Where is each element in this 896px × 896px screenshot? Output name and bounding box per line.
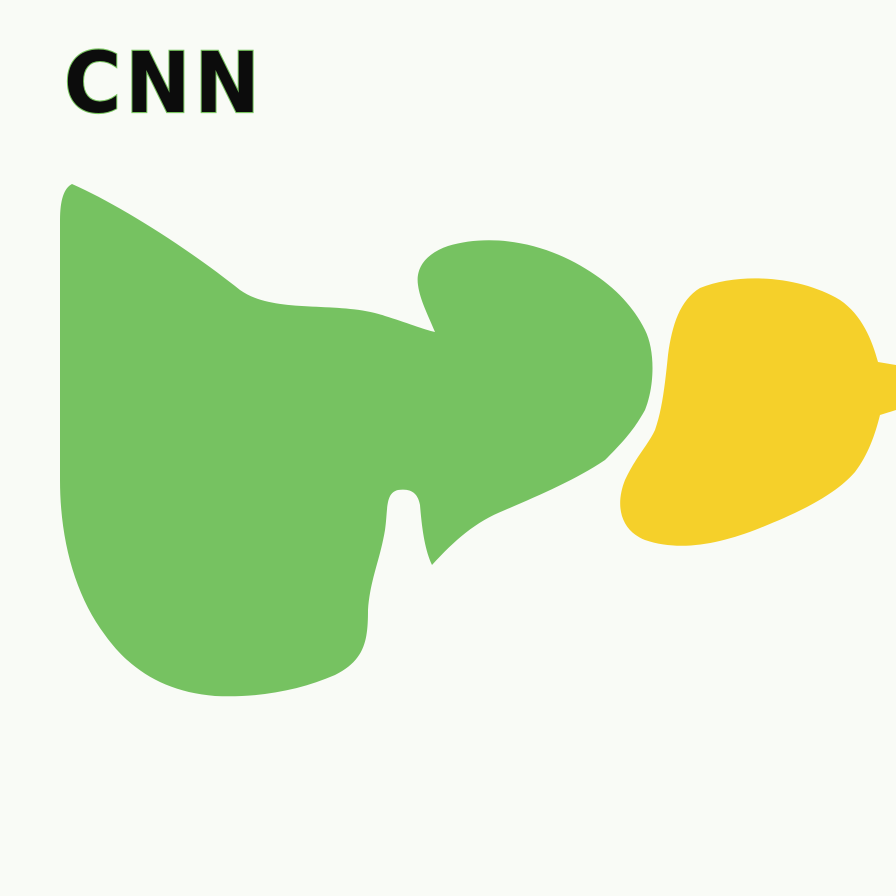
- green-blob-shape: [60, 184, 653, 697]
- canvas: CNN: [0, 0, 896, 896]
- yellow-blob-shape: [620, 278, 896, 546]
- illustration: [60, 184, 896, 697]
